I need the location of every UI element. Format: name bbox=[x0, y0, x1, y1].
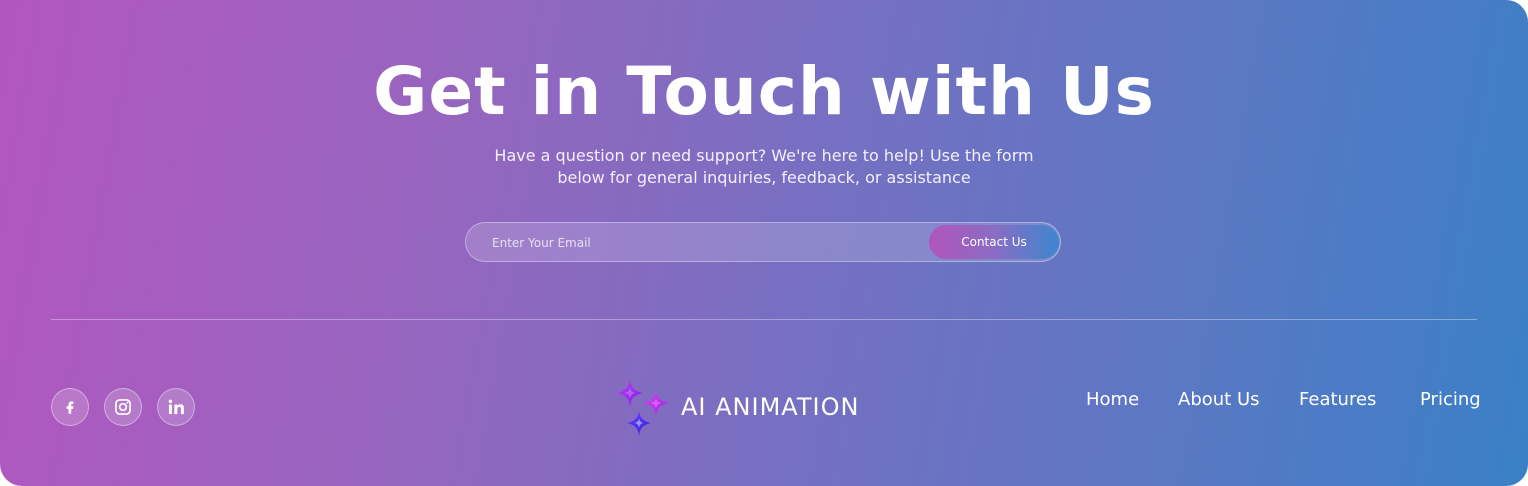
brand-logo[interactable]: AI ANIMATION bbox=[614, 378, 904, 438]
instagram-link[interactable] bbox=[104, 388, 142, 426]
linkedin-icon bbox=[166, 397, 186, 417]
sparkles-icon bbox=[614, 378, 672, 438]
facebook-link[interactable] bbox=[51, 388, 89, 426]
email-input[interactable] bbox=[490, 223, 924, 263]
contact-subtext: Have a question or need support? We're h… bbox=[464, 145, 1064, 189]
brand-name: AI ANIMATION bbox=[681, 393, 860, 421]
contact-subtext-line-2: below for general inquiries, feedback, o… bbox=[557, 168, 971, 187]
facebook-icon bbox=[61, 398, 79, 416]
contact-us-button[interactable]: Contact Us bbox=[929, 225, 1059, 259]
linkedin-link[interactable] bbox=[157, 388, 195, 426]
contact-footer-section: Get in Touch with Us Have a question or … bbox=[0, 0, 1528, 486]
nav-link-features[interactable]: Features bbox=[1299, 388, 1376, 412]
contact-headline: Get in Touch with Us bbox=[373, 53, 1155, 130]
instagram-icon bbox=[113, 397, 133, 417]
email-signup-form: Contact Us bbox=[465, 222, 1061, 263]
contact-subtext-line-1: Have a question or need support? We're h… bbox=[494, 146, 1034, 165]
footer-divider bbox=[51, 319, 1477, 320]
nav-link-about-us[interactable]: About Us bbox=[1178, 388, 1260, 412]
nav-link-home[interactable]: Home bbox=[1086, 388, 1139, 412]
nav-link-pricing[interactable]: Pricing bbox=[1420, 388, 1481, 412]
